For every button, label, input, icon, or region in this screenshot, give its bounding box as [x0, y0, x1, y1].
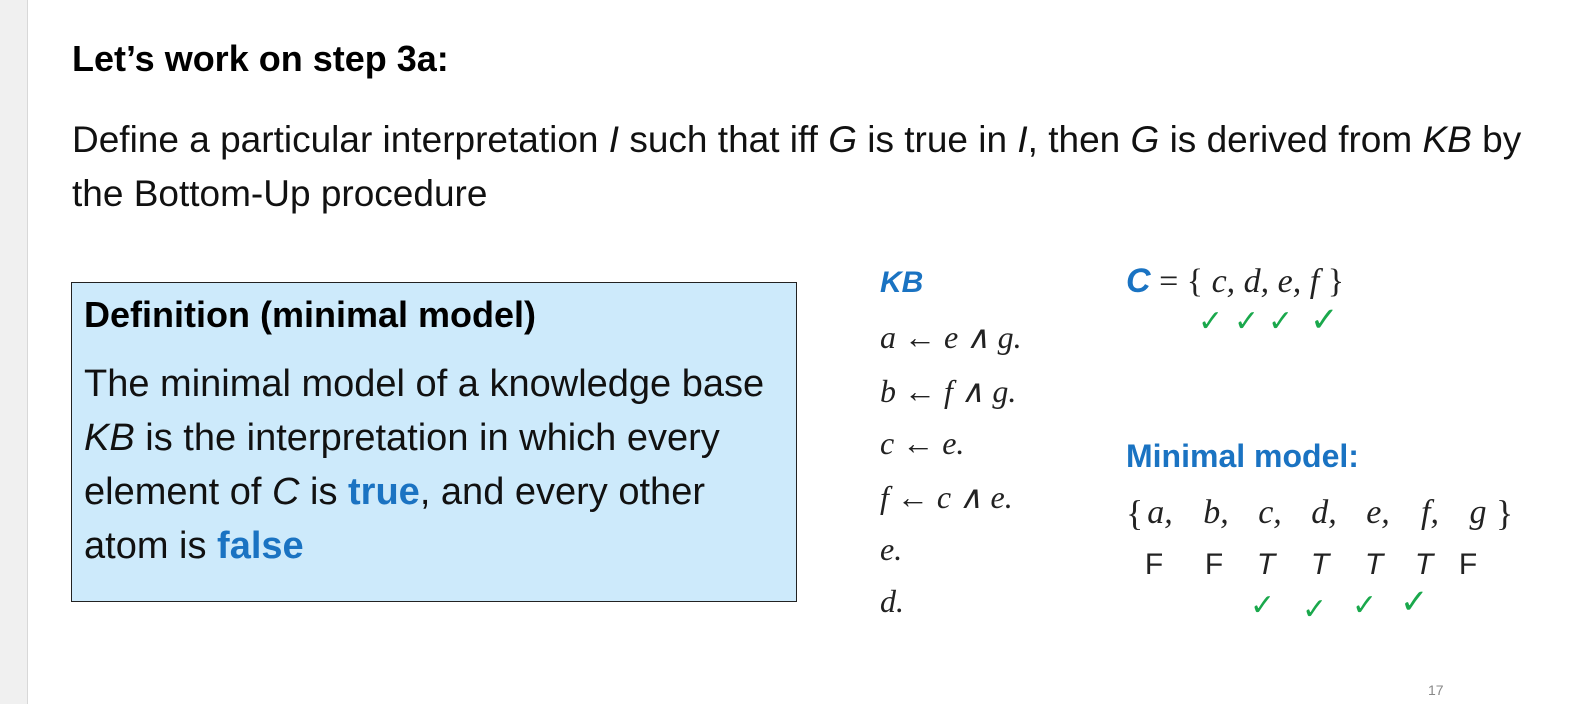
truth-value: T	[1256, 548, 1276, 581]
truth-value: T	[1310, 548, 1330, 581]
kb-rule: a ← e ∧ g.	[880, 319, 1022, 355]
truth-value: F	[1204, 548, 1224, 581]
slide-title: Let’s work on step 3a:	[72, 38, 449, 79]
truth-value: T	[1414, 548, 1434, 581]
truth-value: F	[1144, 548, 1164, 581]
definition-box: Definition (minimal model) The minimal m…	[71, 282, 797, 602]
kb-rule: f ← c ∧ e.	[880, 479, 1013, 515]
check-icon: ✓	[1352, 589, 1378, 622]
check-icon: ✓	[1400, 583, 1429, 621]
intro-part: such that iff	[619, 119, 829, 160]
check-icon: ✓	[1198, 305, 1224, 338]
kb-rule: b ← f ∧ g.	[880, 373, 1017, 409]
consequence-set-name: C	[1126, 262, 1151, 300]
consequence-set: C = { c, d, e, f }	[1126, 262, 1344, 301]
slide-number: 17	[1428, 682, 1444, 698]
intro-var: I	[608, 119, 620, 160]
consequence-set-close: }	[1319, 263, 1345, 300]
truth-value: F	[1458, 548, 1478, 581]
def-part: The minimal model of a knowledge base	[84, 363, 765, 405]
intro-part: is derived from	[1159, 119, 1423, 160]
slide: Let’s work on step 3a: Define a particul…	[28, 0, 1592, 704]
kb-heading: KB	[880, 266, 924, 299]
kb-rule: e.	[880, 531, 903, 567]
atom: c,	[1258, 494, 1282, 531]
intro-part: , then	[1027, 119, 1131, 160]
intro-text: Define a particular interpretation I suc…	[72, 113, 1532, 221]
check-icon: ✓	[1250, 589, 1276, 622]
false-word: false	[217, 525, 304, 567]
intro-var: I	[1017, 119, 1028, 160]
check-icon: ✓	[1234, 305, 1260, 338]
intro-part: Define a particular interpretation	[72, 119, 609, 160]
definition-heading: Definition (minimal model)	[84, 294, 537, 335]
atom: d,	[1311, 494, 1337, 531]
close-brace: }	[1496, 493, 1514, 533]
intro-var: G	[828, 119, 857, 160]
check-icon: ✓	[1268, 305, 1294, 338]
minimal-model-heading: Minimal model:	[1126, 438, 1359, 474]
intro-var: G	[1130, 119, 1160, 160]
check-icon: ✓	[1302, 593, 1328, 626]
atom: g	[1469, 494, 1487, 531]
kb-rule: c ← e.	[880, 425, 965, 461]
atom: b,	[1203, 494, 1229, 531]
def-part: is	[299, 471, 349, 513]
truth-value: T	[1364, 548, 1384, 581]
atom: a,	[1147, 494, 1173, 531]
consequence-set-members: c, d, e, f	[1211, 263, 1320, 300]
intro-part: is true in	[856, 119, 1018, 160]
atom: e,	[1366, 494, 1390, 531]
atoms-row: { a, b, c, d, e, f, g }	[1126, 493, 1546, 534]
kb-rule: d.	[880, 583, 904, 619]
definition-body: The minimal model of a knowledge base KB…	[84, 357, 784, 573]
def-var: KB	[84, 417, 135, 459]
consequence-set-equals: = {	[1150, 263, 1212, 300]
intro-var: KB	[1422, 119, 1472, 160]
values-row: F F T T T T F	[1126, 548, 1546, 588]
atom: f,	[1421, 494, 1439, 531]
check-icon: ✓	[1310, 301, 1339, 339]
true-word: true	[348, 471, 420, 513]
def-var: C	[272, 471, 300, 513]
